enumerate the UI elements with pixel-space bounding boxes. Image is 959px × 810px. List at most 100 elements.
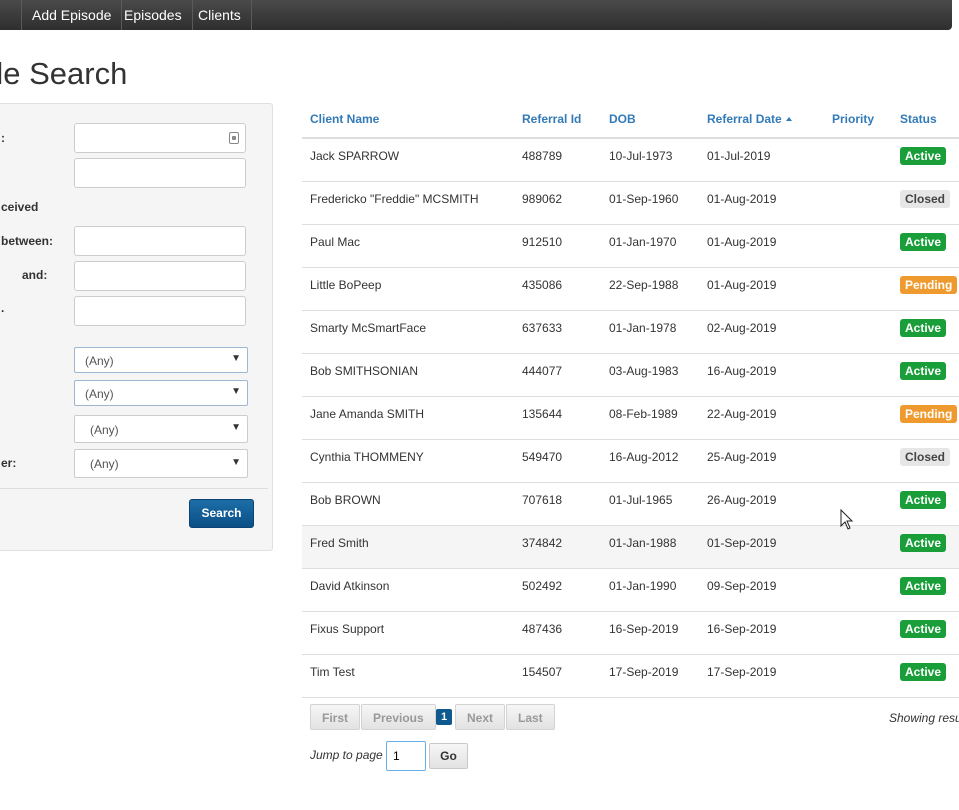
received-to-input[interactable] (74, 261, 246, 291)
referral-date-cell: 22-Aug-2019 (707, 407, 777, 421)
nav-clients[interactable]: Clients (188, 0, 252, 30)
dob-cell: 16-Aug-2012 (609, 450, 679, 464)
filter-label-between: between: (1, 234, 54, 248)
col-referral-id[interactable]: Referral Id (522, 112, 581, 126)
table-row[interactable]: Tim Test 154507 17-Sep-2019 17-Sep-2019 Acti… (302, 655, 959, 698)
pager-next-button[interactable]: Next (455, 704, 506, 730)
referral-id-cell: 374842 (522, 536, 563, 550)
referral-id-cell: 549470 (522, 450, 563, 464)
filter-label-date: : (1, 131, 5, 145)
dob-cell: 01-Jan-1990 (609, 579, 677, 593)
calendar-icon[interactable] (229, 132, 239, 144)
date-input[interactable] (74, 123, 246, 153)
col-dob[interactable]: DOB (609, 112, 636, 126)
referral-id-cell: 488789 (522, 149, 563, 163)
select-value: (Any) (90, 423, 119, 437)
pager-first-button[interactable]: First (310, 704, 361, 730)
jump-to-page-label: Jump to page (310, 748, 383, 762)
table-row[interactable]: Fixus Support 487436 16-Sep-2019 16-Sep-201… (302, 612, 959, 655)
filter-label-and: and: (22, 268, 48, 282)
table-row[interactable]: Jane Amanda SMITH 135644 08-Feb-1989 22-Aug… (302, 397, 959, 440)
pager-previous-button[interactable]: Previous (361, 704, 436, 730)
other-filter-input[interactable] (74, 296, 246, 326)
status-badge: Active (900, 534, 947, 552)
results-table: Client Name Referral Id DOB Referral Dat… (302, 104, 959, 698)
table-row[interactable]: Paul Mac 912510 01-Jan-1970 01-Aug-2019 Acti… (302, 225, 959, 268)
client-name-cell: Fredericko "Freddie" MCSMITH (310, 192, 479, 206)
dob-cell: 01-Jul-1965 (609, 493, 673, 507)
search-button[interactable]: Search (189, 499, 254, 528)
referral-id-cell: 912510 (522, 235, 563, 249)
status-badge: Active (900, 577, 947, 595)
dob-cell: 08-Feb-1989 (609, 407, 678, 421)
referral-date-cell: 16-Sep-2019 (707, 622, 777, 636)
table-row[interactable]: Bob SMITHSONIAN 444077 03-Aug-1983 16-Aug-2… (302, 354, 959, 397)
table-row[interactable]: Little BoPeep 435086 22-Sep-1988 01-Aug-201… (302, 268, 959, 311)
filter-label-worker: er: (1, 456, 17, 470)
table-row[interactable]: Fred Smith 374842 01-Jan-1988 01-Sep-2019 Ac… (302, 526, 959, 569)
status-badge: Active (900, 362, 947, 380)
referral-date-cell: 16-Aug-2019 (707, 364, 777, 378)
col-client-name[interactable]: Client Name (310, 112, 379, 126)
text-filter-input[interactable] (74, 158, 246, 188)
status-badge: Active (900, 663, 947, 681)
received-from-input[interactable] (74, 226, 246, 256)
jump-to-page-input[interactable] (386, 741, 426, 771)
referral-date-cell: 09-Sep-2019 (707, 579, 777, 593)
filter-label-other: . (1, 301, 5, 315)
filter-select-3[interactable]: (Any) ▼ (74, 415, 248, 443)
table-row[interactable]: Cynthia THOMMENY 549470 16-Aug-2012 25-Aug-… (302, 440, 959, 483)
status-badge: Active (900, 147, 947, 165)
table-row[interactable]: Bob BROWN 707618 01-Jul-1965 26-Aug-2019 Act… (302, 483, 959, 526)
client-name-cell: Fred Smith (310, 536, 369, 550)
col-referral-date[interactable]: Referral Date (707, 112, 792, 126)
table-row[interactable]: David Atkinson 502492 01-Jan-1990 09-Sep-20… (302, 569, 959, 612)
referral-date-cell: 02-Aug-2019 (707, 321, 777, 335)
table-row[interactable]: Smarty McSmartFace 637633 01-Jan-1978 02-Au… (302, 311, 959, 354)
status-badge: Active (900, 491, 947, 509)
table-body: Jack SPARROW 488789 10-Jul-1973 01-Jul-2019… (302, 139, 959, 698)
client-name-cell: Cynthia THOMMENY (310, 450, 424, 464)
referral-date-cell: 25-Aug-2019 (707, 450, 777, 464)
client-name-cell: Bob BROWN (310, 493, 381, 507)
go-button[interactable]: Go (429, 743, 468, 769)
filter-select-4[interactable]: (Any) ▼ (74, 449, 248, 478)
client-name-cell: Bob SMITHSONIAN (310, 364, 419, 378)
referral-id-cell: 444077 (522, 364, 563, 378)
client-name-cell: Tim Test (310, 665, 355, 679)
dob-cell: 22-Sep-1988 (609, 278, 679, 292)
showing-results-text: Showing resu (889, 711, 959, 725)
referral-date-cell: 01-Aug-2019 (707, 278, 777, 292)
client-name-cell: Jack SPARROW (310, 149, 400, 163)
filter-select-2[interactable]: (Any) ▼ (74, 380, 248, 406)
dropdown-arrow-icon: ▼ (231, 422, 241, 433)
select-value: (Any) (85, 354, 114, 368)
table-row[interactable]: Jack SPARROW 488789 10-Jul-1973 01-Jul-2019… (302, 139, 959, 182)
referral-id-cell: 487436 (522, 622, 563, 636)
sort-ascending-icon (785, 117, 792, 121)
status-badge: Pending (900, 276, 958, 294)
client-name-cell: Paul Mac (310, 235, 361, 249)
pager-current-page[interactable]: 1 (436, 709, 452, 725)
dropdown-arrow-icon: ▼ (231, 353, 241, 364)
status-badge: Active (900, 620, 947, 638)
dob-cell: 01-Sep-1960 (609, 192, 679, 206)
col-status[interactable]: Status (900, 112, 937, 126)
status-badge: Active (900, 233, 947, 251)
col-priority[interactable]: Priority (832, 112, 874, 126)
table-header: Client Name Referral Id DOB Referral Dat… (302, 104, 959, 139)
filter-panel: : ceived between: and: . (Any) ▼ (Any) ▼… (0, 103, 273, 551)
referral-date-cell: 01-Jul-2019 (707, 149, 771, 163)
client-name-cell: David Atkinson (310, 579, 390, 593)
select-value: (Any) (85, 387, 114, 401)
select-value: (Any) (90, 457, 119, 471)
referral-id-cell: 637633 (522, 321, 563, 335)
table-row[interactable]: Fredericko "Freddie" MCSMITH 989062 01-Sep… (302, 182, 959, 225)
client-name-cell: Smarty McSmartFace (310, 321, 427, 335)
top-navbar: Add Episode Episodes Clients (0, 0, 952, 30)
client-name-cell: Fixus Support (310, 622, 385, 636)
nav-episodes[interactable]: Episodes (114, 0, 193, 30)
filter-select-1[interactable]: (Any) ▼ (74, 347, 248, 373)
pager-last-button[interactable]: Last (506, 704, 555, 730)
nav-add-episode[interactable]: Add Episode (21, 0, 123, 30)
